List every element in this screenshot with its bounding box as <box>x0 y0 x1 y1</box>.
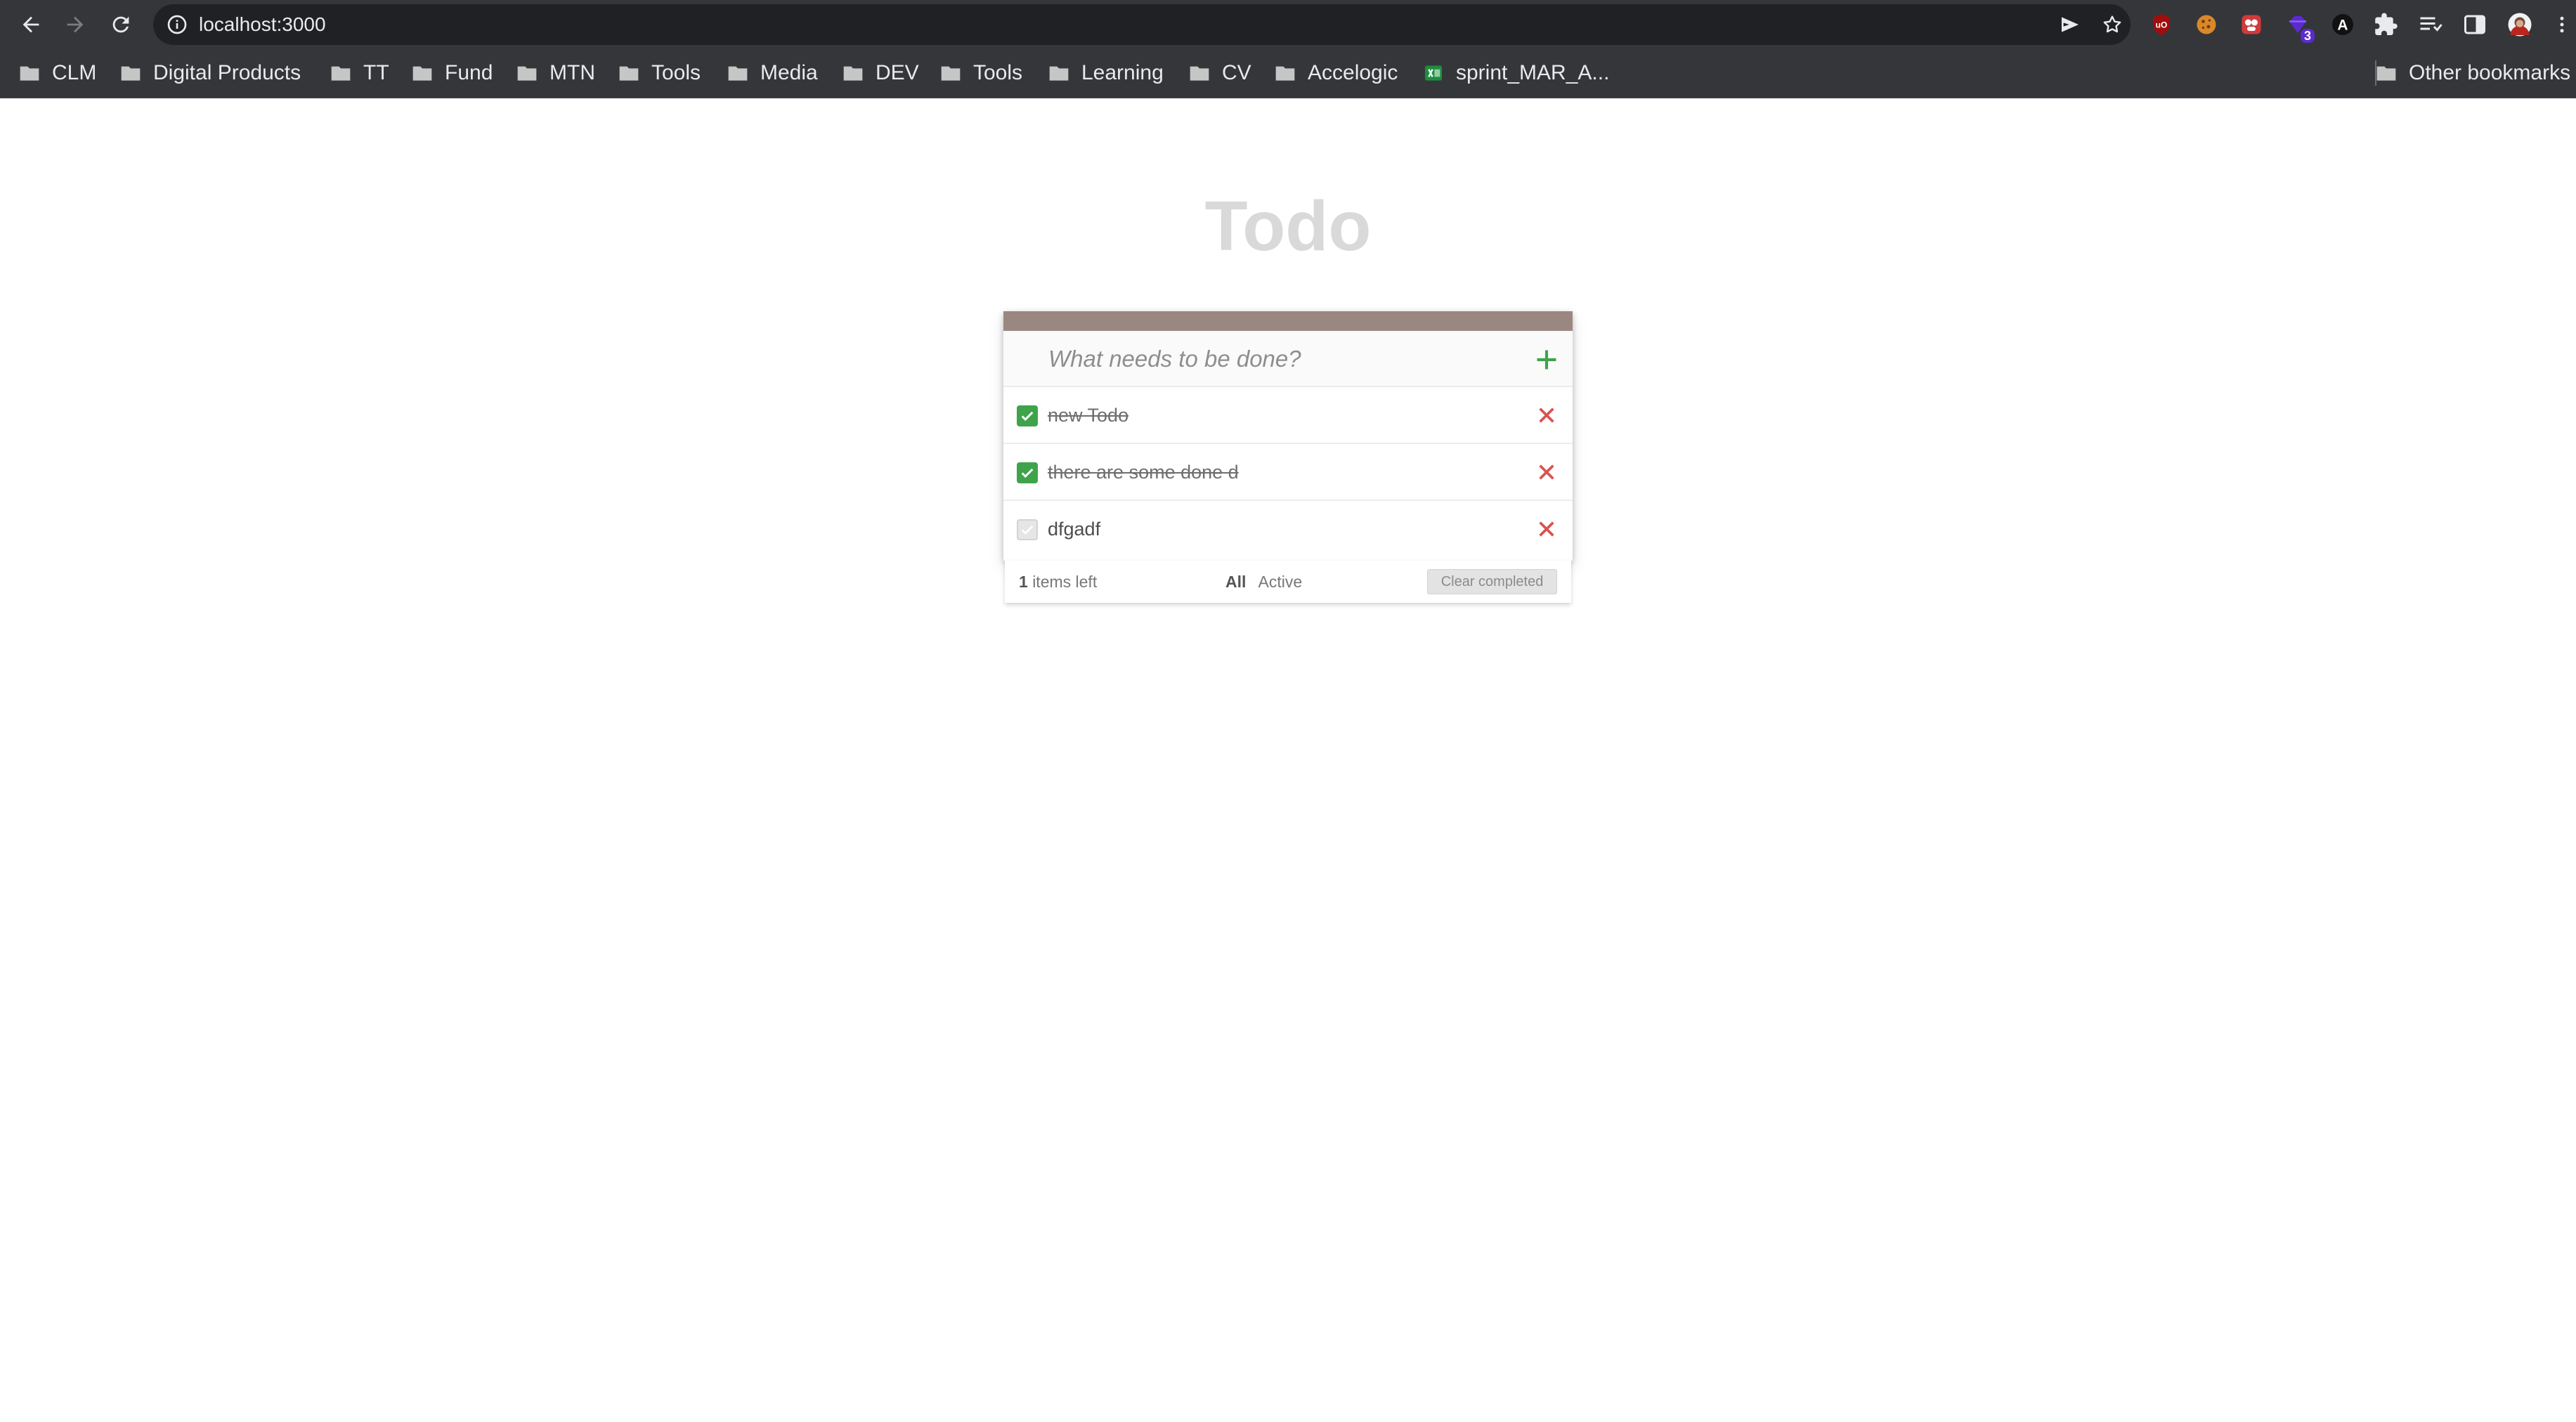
folder-icon <box>1275 66 1295 81</box>
ublock-origin-icon[interactable]: uO <box>2149 12 2174 37</box>
back-button[interactable] <box>14 8 48 41</box>
bookmark-folder[interactable]: Digital Products <box>119 49 301 97</box>
bookmark-label: Tools <box>651 61 701 84</box>
svg-text:uO: uO <box>2156 20 2168 30</box>
send-tab-icon[interactable] <box>2059 13 2081 36</box>
bookmark-sheet[interactable]: sprint_MAR_A... <box>1422 49 1609 97</box>
folder-icon <box>619 66 639 81</box>
forward-arrow-icon <box>67 16 84 33</box>
folder-icon <box>1190 66 1209 81</box>
other-bookmarks[interactable]: Other bookmarks <box>2375 49 2570 97</box>
bookmark-folder[interactable]: TT <box>330 49 389 97</box>
reading-list-icon[interactable] <box>2417 12 2442 37</box>
todo-text[interactable]: dfgadf <box>1048 516 1100 542</box>
other-bookmarks-label: Other bookmarks <box>2409 61 2571 84</box>
add-todo-icon[interactable] <box>1534 347 1559 372</box>
bookmark-label: Media <box>760 61 818 84</box>
folder-icon <box>1049 66 1069 81</box>
bookmark-label: Fund <box>445 61 493 84</box>
a-extension-icon[interactable]: A <box>2330 12 2355 37</box>
puzzle-red-icon[interactable] <box>2239 12 2264 37</box>
folder-icon <box>941 66 961 81</box>
bookmark-label: Learning <box>1081 61 1164 84</box>
extension-badge: 3 <box>2300 29 2315 43</box>
svg-text:A: A <box>2337 18 2348 34</box>
forward-button[interactable] <box>58 8 92 41</box>
todo-text[interactable]: there are some done d <box>1048 459 1239 485</box>
todo-card: new Todo there are some done d dfgadf <box>1003 311 1573 561</box>
reload-icon <box>112 16 129 33</box>
bookmark-folder[interactable]: MTN <box>516 49 595 97</box>
filter-all[interactable]: All <box>1225 573 1246 591</box>
folder-icon <box>2376 66 2396 81</box>
items-left-count: 1 items left <box>1019 573 1097 592</box>
reload-button[interactable] <box>104 8 138 41</box>
bookmark-star-icon[interactable] <box>2101 13 2123 36</box>
folder-icon <box>517 66 537 81</box>
todo-item: new Todo <box>1003 387 1573 444</box>
bookmark-label: CLM <box>52 61 97 84</box>
bookmark-folder[interactable]: Accelogic <box>1274 49 1398 97</box>
delete-todo-icon[interactable] <box>1535 404 1558 426</box>
extensions-icon[interactable] <box>2374 12 2399 37</box>
browser-toolbar: localhost:3000 uO 3 A <box>0 0 2576 49</box>
bookmark-label: TT <box>363 61 389 84</box>
bookmark-folder[interactable]: Tools <box>618 49 701 97</box>
accent-bar <box>1003 311 1573 331</box>
bookmark-label: DEV <box>876 61 919 84</box>
bookmark-label: Accelogic <box>1308 61 1398 84</box>
gem-extension-icon[interactable]: 3 <box>2285 12 2315 43</box>
items-left-number: 1 <box>1019 573 1028 591</box>
side-panel-icon[interactable] <box>2462 12 2487 37</box>
filter-active[interactable]: Active <box>1258 573 1303 591</box>
todo-item: there are some done d <box>1003 444 1573 501</box>
delete-todo-icon[interactable] <box>1535 518 1558 540</box>
new-todo-input[interactable] <box>1048 339 1498 379</box>
bookmarks-bar: CLM Digital Products TT Fund MTN Tools M… <box>0 49 2576 98</box>
todo-text[interactable]: new Todo <box>1048 403 1128 428</box>
folder-icon <box>20 66 39 81</box>
check-icon <box>1021 411 1034 422</box>
address-bar[interactable]: localhost:3000 <box>153 4 2131 45</box>
folder-icon <box>843 66 863 81</box>
delete-todo-icon[interactable] <box>1535 461 1558 483</box>
page-title: Todo <box>1204 187 1372 266</box>
bookmark-folder[interactable]: Learning <box>1048 49 1164 97</box>
folder-icon <box>728 66 748 81</box>
clear-completed-button[interactable]: Clear completed <box>1427 569 1557 594</box>
filter-group: All Active <box>1225 573 1310 592</box>
bookmark-label: Tools <box>973 61 1023 84</box>
bookmark-folder[interactable]: DEV <box>842 49 919 97</box>
back-arrow-icon <box>22 16 39 33</box>
bookmark-label: CV <box>1222 61 1251 84</box>
items-left-label: items left <box>1032 573 1098 591</box>
bookmark-folder[interactable]: Tools <box>939 49 1022 97</box>
check-icon <box>1021 468 1034 478</box>
bookmark-folder[interactable]: CV <box>1188 49 1251 97</box>
url-text: localhost:3000 <box>199 13 326 35</box>
folder-icon <box>121 66 141 81</box>
cookie-icon[interactable] <box>2194 12 2219 37</box>
bookmark-folder[interactable]: Fund <box>411 49 493 97</box>
bookmark-folder[interactable]: CLM <box>18 49 96 97</box>
folder-icon <box>412 66 432 81</box>
todo-checkbox[interactable] <box>1017 519 1038 540</box>
profile-avatar[interactable] <box>2507 12 2532 37</box>
site-info-icon[interactable] <box>166 13 188 36</box>
bookmark-folder[interactable]: Media <box>727 49 818 97</box>
todo-footer: 1 items left All Active Clear completed <box>1005 561 1571 603</box>
new-todo-row <box>1003 331 1573 387</box>
check-icon <box>1021 525 1034 535</box>
bookmark-label: Digital Products <box>153 61 301 84</box>
todo-item: dfgadf <box>1003 501 1573 558</box>
spreadsheet-icon <box>1425 65 1442 81</box>
bookmark-label: MTN <box>549 61 595 84</box>
todo-checkbox[interactable] <box>1017 462 1038 483</box>
bookmark-label: sprint_MAR_A... <box>1456 61 1610 84</box>
folder-icon <box>331 66 351 81</box>
browser-menu-icon[interactable] <box>2554 12 2570 37</box>
todo-checkbox[interactable] <box>1017 405 1038 426</box>
